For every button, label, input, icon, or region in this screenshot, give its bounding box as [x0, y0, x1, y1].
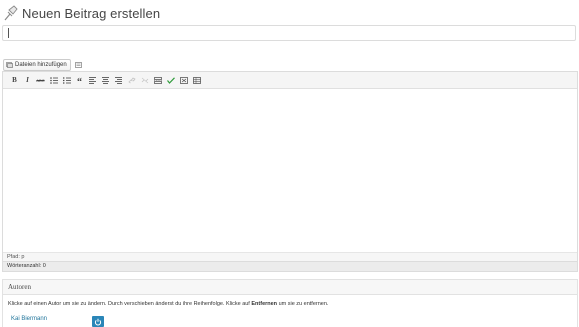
page-title: Neuen Beitrag erstellen	[22, 5, 161, 21]
spellcheck-button[interactable]	[164, 74, 177, 86]
fullscreen-icon	[179, 76, 188, 84]
align-right-icon	[115, 76, 122, 84]
more-tag-icon	[153, 76, 162, 84]
author-item: Kai Biermann	[11, 316, 47, 322]
post-title-input[interactable]	[2, 25, 576, 41]
pushpin-icon	[3, 4, 19, 22]
bullet-list-button[interactable]	[47, 74, 60, 86]
form-icon[interactable]	[74, 62, 82, 68]
align-center-button[interactable]	[99, 74, 112, 86]
blockquote-button[interactable]: “	[73, 72, 86, 88]
authors-hint-text: Klicke auf einen Autor um sie zu ändern.…	[8, 301, 252, 307]
power-icon	[94, 318, 102, 325]
bold-button[interactable]: B	[8, 74, 21, 86]
add-files-label: Dateien hinzufügen	[15, 62, 67, 68]
unlink-button[interactable]	[138, 74, 151, 86]
post-editor: B I ABC “ Pfad: p Wörteranzahl: 0	[2, 71, 578, 272]
align-center-icon	[102, 76, 109, 84]
authors-hint: Klicke auf einen Autor um sie zu ändern.…	[3, 295, 577, 307]
spellcheck-icon	[166, 76, 175, 84]
fullscreen-button[interactable]	[177, 74, 190, 86]
add-files-button[interactable]: Dateien hinzufügen	[3, 59, 71, 71]
strikethrough-button[interactable]: ABC	[34, 74, 47, 86]
word-count: Wörteranzahl: 0	[3, 261, 577, 271]
align-left-button[interactable]	[86, 74, 99, 86]
more-tag-button[interactable]	[151, 74, 164, 86]
editor-toolbar: B I ABC “	[3, 72, 577, 89]
media-buttons: Dateien hinzufügen	[3, 59, 82, 71]
text-caret	[8, 28, 9, 38]
authors-heading[interactable]: Autoren	[3, 280, 577, 295]
unlink-icon	[141, 77, 148, 83]
authors-hint-text-end: um sie zu entfernen.	[277, 301, 329, 307]
align-left-icon	[89, 76, 96, 84]
insert-link-button[interactable]	[125, 74, 138, 86]
author-name-link[interactable]: Kai Biermann	[11, 316, 47, 322]
kitchen-sink-icon	[192, 76, 201, 84]
authors-hint-remove-word: Entfernen	[251, 301, 278, 307]
align-right-button[interactable]	[112, 74, 125, 86]
editor-content-area[interactable]	[3, 89, 577, 253]
numbered-list-button[interactable]	[60, 74, 73, 86]
numbered-list-icon	[62, 76, 71, 84]
remove-author-button[interactable]	[92, 316, 104, 327]
bullet-list-icon	[49, 76, 58, 84]
link-icon	[127, 76, 136, 83]
kitchen-sink-button[interactable]	[190, 74, 203, 86]
italic-button[interactable]: I	[21, 74, 34, 86]
page-header: Neuen Beitrag erstellen	[3, 3, 160, 23]
media-icon	[6, 62, 13, 68]
authors-panel: Autoren Klicke auf einen Autor um sie zu…	[2, 279, 578, 327]
